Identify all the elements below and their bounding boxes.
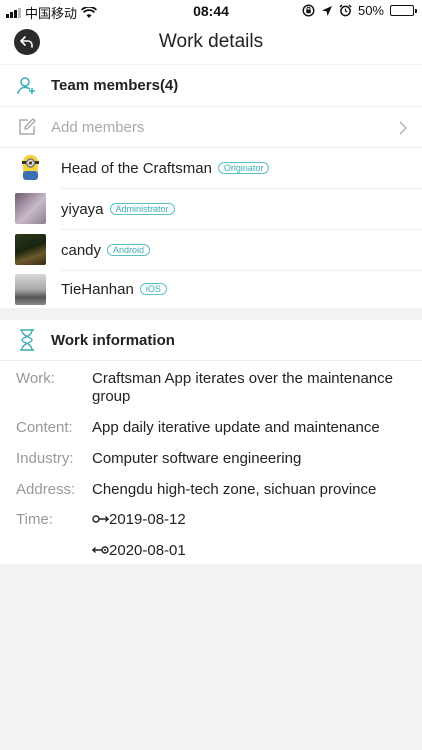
nav-bar: Work details [0,22,422,64]
add-members-label: Add members [51,119,145,136]
end-date: 2020-08-01 [91,542,402,560]
end-date-icon [91,546,109,554]
divider [0,360,422,361]
work-details-screen: 中国移动 08:44 50% Work details Team members… [0,0,422,750]
status-right: 50% [302,3,417,18]
member-name: candy Android [61,242,151,259]
edit-icon [16,116,38,138]
info-value: Craftsman App iterates over the maintena… [92,370,393,405]
avatar [15,152,46,183]
member-name: TieHanhan iOS [61,281,167,298]
add-user-icon [16,75,38,97]
role-badge: Originator [217,162,270,174]
start-date-icon [92,515,110,523]
info-key: Content: [16,419,73,436]
member-row[interactable]: TieHanhan iOS [0,271,422,308]
member-row[interactable]: yiyaya Administrator [0,189,422,229]
role-badge: iOS [139,283,167,295]
team-members-header: Team members(4) [0,65,422,106]
work-information-section: Work information Work: Craftsman App ite… [0,320,422,564]
hourglass-icon [16,329,38,351]
info-key: Time: [16,511,53,528]
info-key: Industry: [16,450,74,467]
chevron-right-icon [399,121,408,135]
alarm-icon [339,4,352,17]
work-information-header: Work information [0,320,422,360]
info-key: Address: [16,481,76,498]
role-badge: Administrator [109,203,175,215]
status-bar: 中国移动 08:44 50% [0,0,422,22]
battery-icon [390,5,417,16]
team-members-section: Team members(4) Add members Head of the … [0,65,422,308]
rotation-lock-icon [302,4,315,17]
team-members-title: Team members(4) [51,77,179,94]
info-key: Work: [16,370,55,387]
add-members-row[interactable]: Add members [0,107,422,147]
avatar [15,274,46,305]
work-information-title: Work information [51,332,175,349]
avatar [15,193,46,224]
start-date: 2019-08-12 [92,511,402,529]
member-name: yiyaya Administrator [61,201,175,218]
info-value: Computer software engineering [92,450,302,467]
role-badge: Android [107,244,151,256]
info-value: App daily iterative update and maintenan… [92,419,380,436]
member-row[interactable]: Head of the Craftsman Originator [0,148,422,188]
battery-percent: 50% [357,3,384,18]
member-name: Head of the Craftsman Originator [61,160,270,177]
location-icon [321,5,332,16]
info-value: Chengdu high-tech zone, sichuan province [92,481,377,498]
avatar [15,234,46,265]
page-title: Work details [158,31,264,52]
member-row[interactable]: candy Android [0,230,422,270]
